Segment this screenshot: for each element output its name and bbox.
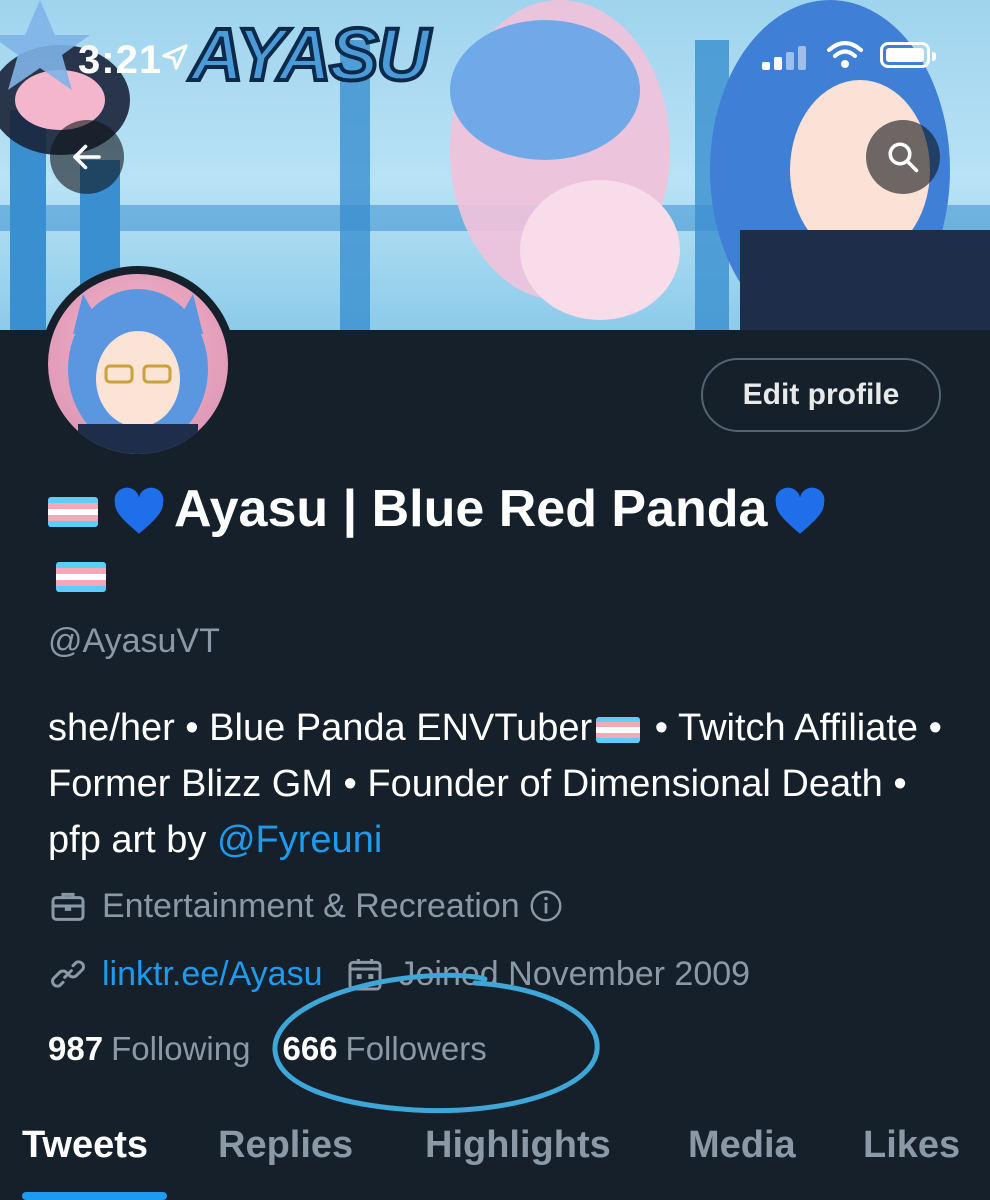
tab-highlights[interactable]: Highlights (425, 1124, 611, 1167)
tab-tweets[interactable]: Tweets (22, 1124, 148, 1167)
following-stat[interactable]: 987 Following (48, 1030, 250, 1068)
following-count: 987 (48, 1030, 104, 1067)
bio-mention-link[interactable]: @Fyreuni (217, 819, 382, 861)
back-arrow-icon (73, 144, 101, 170)
category-text: Entertainment & Recreation (102, 886, 520, 925)
search-button[interactable] (866, 120, 940, 194)
bio-text: she/her • Blue Panda ENVTuber (48, 707, 593, 749)
info-icon[interactable] (528, 888, 564, 924)
banner-logo-text: AYASU (188, 11, 432, 98)
briefcase-icon (51, 892, 85, 921)
profile-meta: linktr.ee/Ayasu Joined November 2009 (48, 954, 750, 994)
trans-flag-icon (48, 497, 98, 528)
avatar-artwork (68, 289, 208, 454)
wifi-icon (827, 41, 863, 68)
display-name-text: Ayasu | Blue Red Panda (174, 480, 768, 538)
follow-stats: 987 Following 666 Followers (48, 1030, 487, 1068)
trans-flag-icon (596, 716, 641, 743)
profile-category: Entertainment & Recreation (48, 886, 564, 926)
blue-heart-icon (776, 487, 825, 535)
link-icon (51, 960, 85, 988)
joined-date: Joined November 2009 (398, 954, 751, 993)
tab-replies[interactable]: Replies (218, 1124, 353, 1167)
search-icon (888, 142, 919, 173)
followers-stat[interactable]: 666 Followers (282, 1030, 486, 1068)
website-link[interactable]: linktr.ee/Ayasu (102, 955, 323, 994)
back-button[interactable] (50, 120, 124, 194)
edit-profile-button[interactable]: Edit profile (701, 358, 941, 432)
avatar[interactable] (40, 266, 236, 462)
profile-bio: she/her • Blue Panda ENVTuber • Twitch A… (48, 700, 948, 868)
calendar-icon (348, 959, 382, 991)
tab-media[interactable]: Media (688, 1124, 796, 1167)
display-name: Ayasu | Blue Red Panda (48, 478, 948, 541)
profile-tabs: Tweets Replies Highlights Media Likes (0, 1118, 990, 1200)
profile-handle: @AyasuVT (48, 622, 220, 660)
trans-flag-icon (56, 562, 106, 592)
status-time: 3:21 (78, 38, 163, 82)
location-arrow-icon (162, 44, 188, 70)
following-label: Following (111, 1030, 251, 1067)
battery-icon (880, 42, 936, 68)
followers-count: 666 (282, 1030, 338, 1067)
status-bar: AYASU 3:21 (0, 0, 990, 110)
active-tab-indicator (22, 1192, 167, 1200)
blue-heart-icon (114, 487, 164, 535)
tab-likes[interactable]: Likes (863, 1124, 960, 1167)
followers-label: Followers (345, 1030, 487, 1067)
